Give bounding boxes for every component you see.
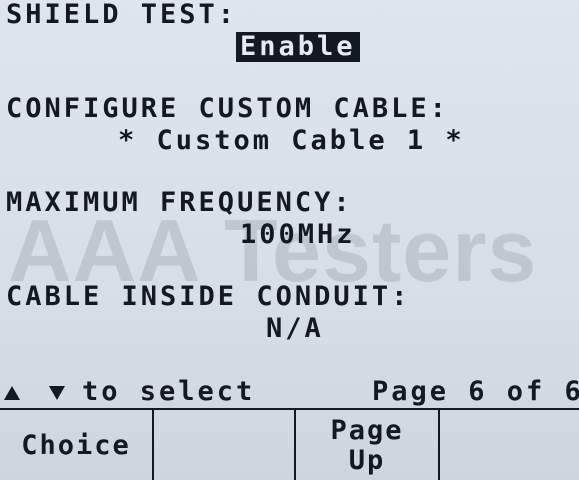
- cable-conduit-label: CABLE INSIDE CONDUIT:: [6, 281, 411, 312]
- arrow-up-icon: [4, 385, 20, 400]
- custom-cable-label: CONFIGURE CUSTOM CABLE:: [6, 93, 449, 124]
- custom-cable-value[interactable]: * Custom Cable 1 *: [118, 126, 465, 156]
- shield-test-label: SHIELD TEST:: [6, 0, 238, 30]
- shield-test-value[interactable]: Enable: [236, 32, 360, 62]
- softkey-page-up-line1: Page: [330, 415, 404, 446]
- softkey-2[interactable]: [154, 410, 294, 480]
- page-indicator: Page 6 of 6: [372, 376, 579, 407]
- arrow-down-icon: [49, 385, 66, 400]
- max-frequency-value[interactable]: 100MHz: [240, 220, 356, 250]
- nav-hint: to select: [82, 376, 256, 407]
- softkey-choice[interactable]: Choice: [0, 410, 152, 480]
- max-frequency-label: MAXIMUM FREQUENCY:: [6, 187, 353, 218]
- softkey-page-up[interactable]: Page Up: [296, 410, 438, 480]
- softkey-4[interactable]: [440, 410, 579, 480]
- softkey-bar: Choice Page Up: [0, 408, 579, 480]
- tester-screen: AAA Testers SHIELD TEST: Enable CONFIGUR…: [0, 0, 579, 480]
- navigation-row: to select Page 6 of 6: [4, 376, 579, 408]
- softkey-page-up-line2: Up: [348, 445, 386, 476]
- softkey-choice-label: Choice: [21, 430, 131, 461]
- cable-conduit-value[interactable]: N/A: [266, 314, 324, 344]
- nav-arrows: [4, 376, 66, 408]
